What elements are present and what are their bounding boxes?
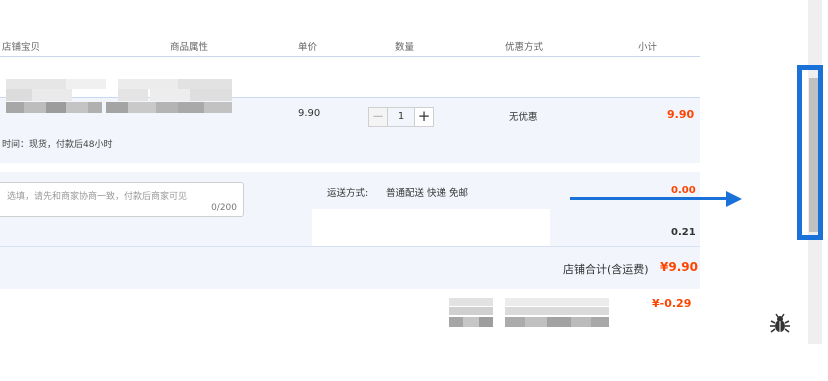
scrollbar-highlight-box <box>797 65 823 240</box>
discount-method: 无优惠 <box>509 112 538 123</box>
buyer-memo-field[interactable]: 选填，请先和商家协商一致，付款后商家可见 0/200 <box>0 182 244 217</box>
shipping-label: 运送方式: <box>327 188 369 199</box>
delivery-note: 时间：现货，付款后48小时 <box>2 140 113 150</box>
shipping-method[interactable]: 普通配送 快递 免邮 <box>386 185 468 199</box>
shop-total-value: ¥9.90 <box>660 260 698 274</box>
header-properties: 商品属性 <box>170 42 209 53</box>
quantity-stepper[interactable]: − 1 + <box>368 107 434 127</box>
annotation-arrow-shaft <box>570 197 728 200</box>
misc-amount: 0.21 <box>671 227 696 238</box>
discount-total: ¥-0.29 <box>652 297 692 310</box>
annotation-arrow-head <box>726 191 742 207</box>
quantity-decrease-button[interactable]: − <box>368 107 388 127</box>
bug-icon[interactable] <box>769 313 791 335</box>
header-shop-item: 店铺宝贝 <box>2 42 41 53</box>
promo-text-blurred <box>449 296 609 328</box>
header-quantity: 数量 <box>395 42 415 53</box>
shop-total-label: 店铺合计(含运费) <box>563 263 649 276</box>
memo-counter: 0/200 <box>211 203 237 213</box>
shipping-cost: 0.00 <box>671 185 696 196</box>
header-subtotal: 小计 <box>638 42 658 53</box>
item-subtotal: 9.90 <box>667 108 695 121</box>
quantity-input[interactable]: 1 <box>388 107 414 127</box>
header-divider <box>0 56 700 57</box>
item-title-blurred[interactable] <box>0 77 232 119</box>
header-unit-price: 单价 <box>298 42 318 53</box>
header-discount: 优惠方式 <box>505 42 544 53</box>
quantity-increase-button[interactable]: + <box>414 107 434 127</box>
memo-placeholder: 选填，请先和商家协商一致，付款后商家可见 <box>7 192 188 202</box>
unit-price: 9.90 <box>298 108 321 119</box>
